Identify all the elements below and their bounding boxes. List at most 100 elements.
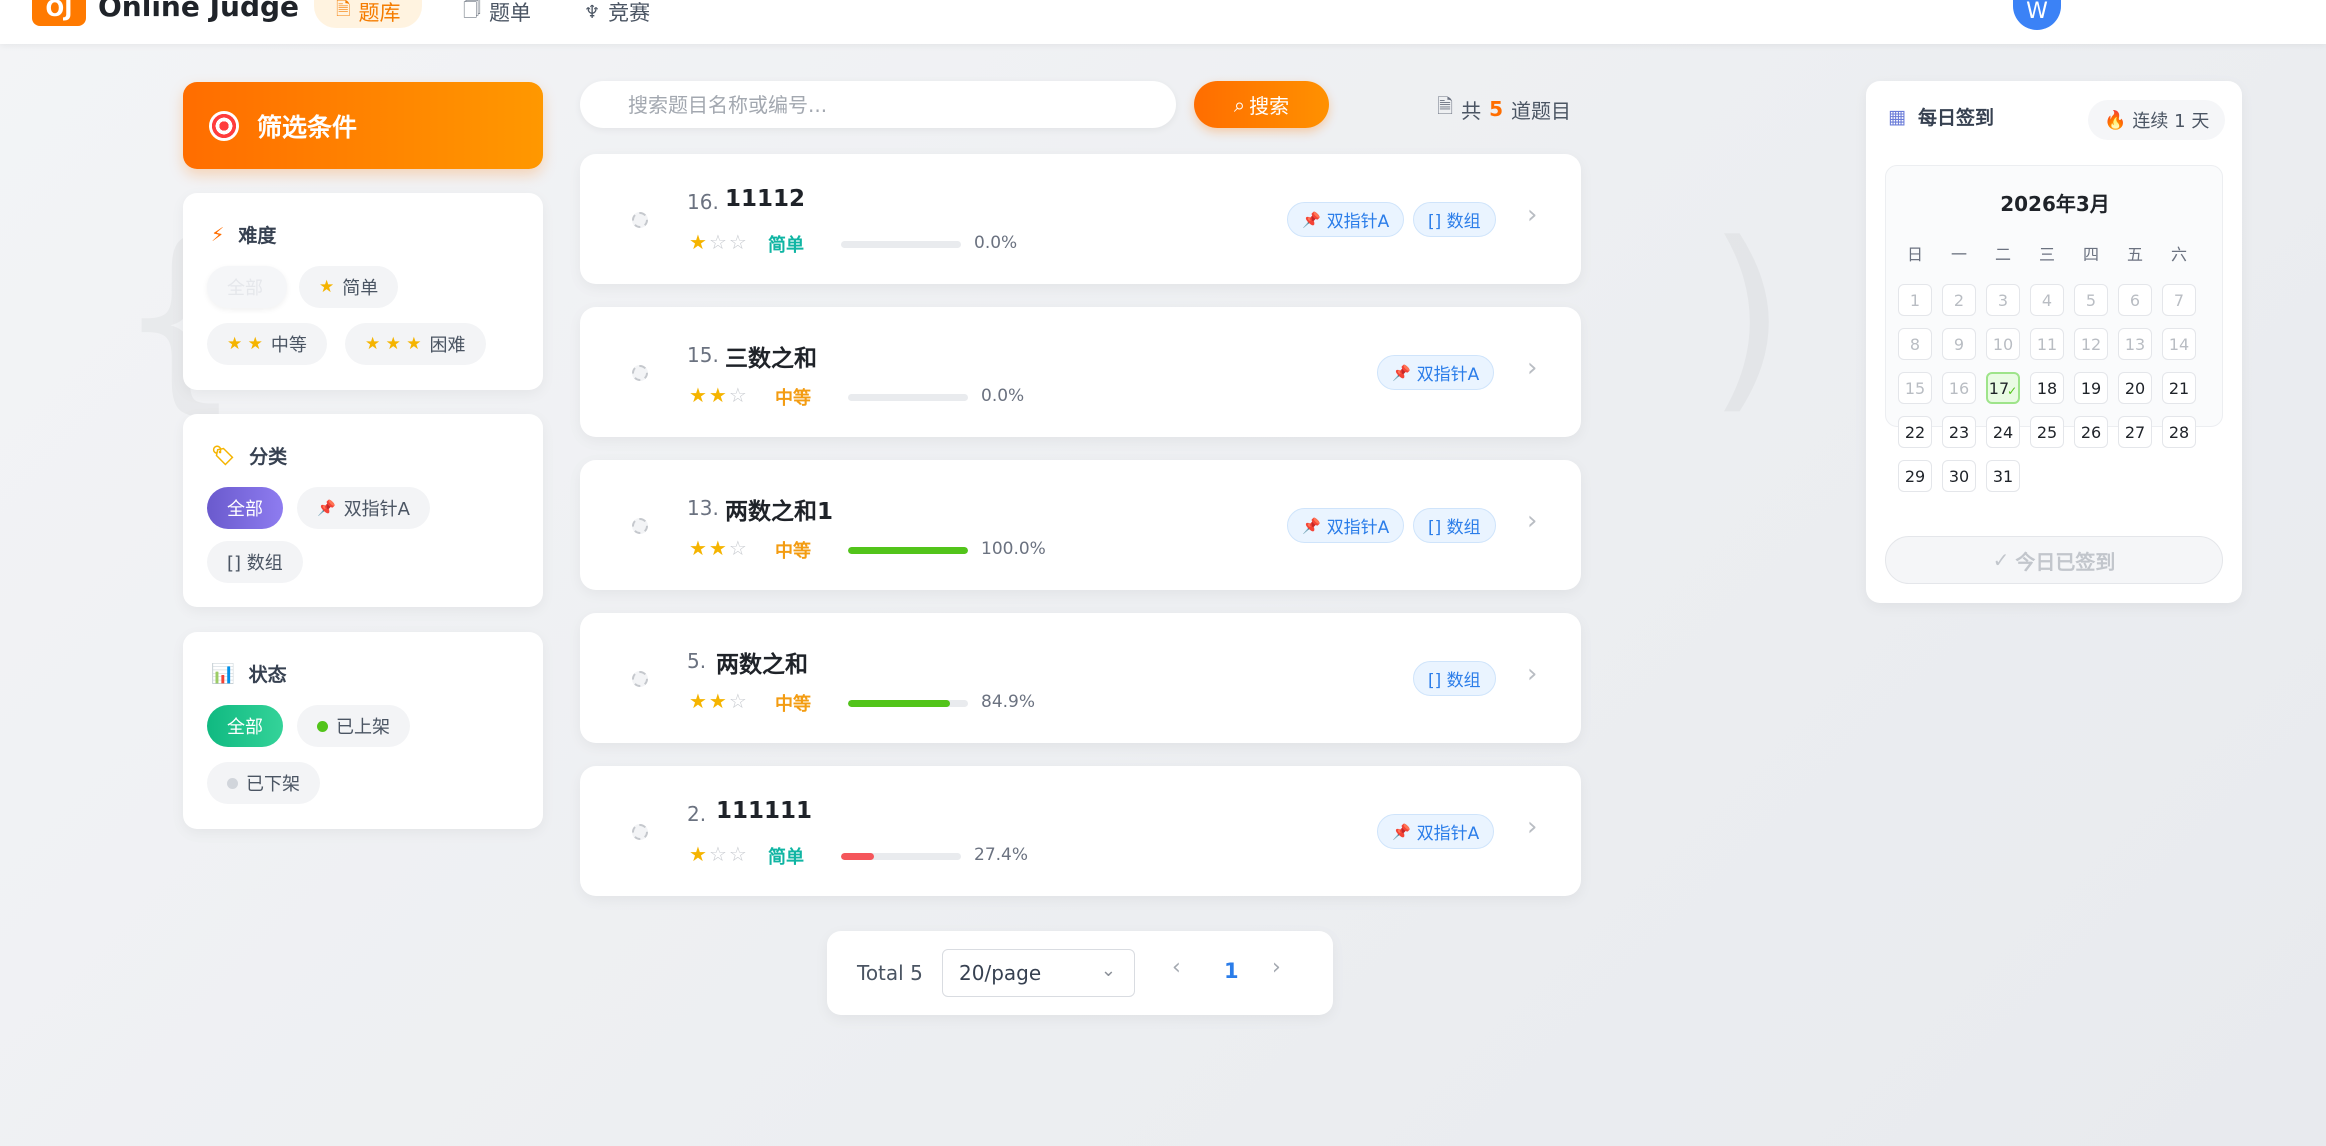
difficulty-option-all[interactable]: 全部: [207, 266, 287, 308]
chip-label: 已上架: [336, 717, 390, 738]
difficulty-option-medium[interactable]: ★ ★ 中等: [207, 323, 327, 365]
status-option-unpublished[interactable]: 已下架: [207, 762, 320, 804]
checkin-title-text: 每日签到: [1917, 107, 1994, 129]
problem-card[interactable]: 2. 111111 ★☆☆ 简单 27.4% 📌 双指针A ›: [580, 766, 1581, 896]
calendar-day: 27: [2118, 416, 2152, 448]
lightning-icon: ⚡: [211, 223, 225, 246]
calendar-day-number: 5: [2085, 290, 2097, 310]
calendar-day: 8: [1898, 328, 1932, 360]
difficulty-filter-card: ⚡ 难度 全部 ★ 简单 ★ ★ 中等 ★ ★ ★ 困难: [183, 193, 543, 390]
difficulty-section-title: ⚡ 难度: [211, 221, 276, 248]
calendar-day-number: 11: [2036, 334, 2058, 354]
difficulty-stars: ★★☆: [689, 689, 749, 713]
tag-two-pointers[interactable]: 📌 双指针A: [1377, 355, 1495, 390]
status-title-text: 状态: [248, 664, 287, 686]
difficulty-label: 中等: [775, 694, 811, 715]
problem-title[interactable]: 三数之和: [725, 339, 817, 373]
category-option-two-pointers[interactable]: 📌 双指针A: [297, 487, 431, 529]
page-size-select[interactable]: 20/page ⌄: [942, 949, 1135, 997]
calendar-day-number: 13: [2124, 334, 2146, 354]
count-prefix: 共: [1461, 98, 1482, 123]
problem-title[interactable]: 两数之和: [716, 645, 808, 679]
status-dot-icon: [632, 212, 648, 228]
calendar-day: 1: [1898, 284, 1932, 316]
problem-card[interactable]: 5. 两数之和 ★★☆ 中等 84.9% [] 数组 ›: [580, 613, 1581, 743]
tag-label: 双指针A: [1416, 365, 1480, 385]
nav-item-problems[interactable]: 🗎 题库: [314, 0, 423, 28]
problem-title[interactable]: 11112: [725, 186, 805, 212]
status-option-all[interactable]: 全部: [207, 705, 283, 747]
problem-number: 16.: [687, 190, 719, 214]
grey-dot-icon: [227, 777, 238, 789]
category-option-array[interactable]: [] 数组: [207, 541, 303, 583]
document-icon: 🗎: [1437, 94, 1454, 118]
difficulty-label: 中等: [775, 388, 811, 409]
calendar-day: 10: [1986, 328, 2020, 360]
status-option-published[interactable]: 已上架: [297, 705, 410, 747]
calendar-day: 15: [1898, 372, 1932, 404]
count-suffix: 道题目: [1511, 98, 1572, 123]
calendar-day-number: 20: [2124, 378, 2146, 398]
top-navbar: OJ Online Judge 🗎 题库 🗍 题单 ♆ 竞赛 W: [0, 0, 2326, 44]
calendar-day-number: 7: [2173, 290, 2185, 310]
problem-card[interactable]: 13. 两数之和1 ★★☆ 中等 100.0% 📌 双指针A [] 数组 ›: [580, 460, 1581, 590]
decorative-paren-right: ): [1690, 200, 1810, 433]
logo[interactable]: OJ: [32, 0, 86, 26]
difficulty-label: 中等: [775, 541, 811, 562]
category-section-title: 🏷 分类: [211, 442, 287, 469]
calendar-day-number: 1: [1909, 290, 1921, 310]
difficulty-label: 简单: [768, 847, 804, 868]
calendar-day: 12: [2074, 328, 2108, 360]
checkin-button[interactable]: ✓ 今日已签到: [1885, 536, 2223, 584]
category-option-all[interactable]: 全部: [207, 487, 283, 529]
nav-item-contests[interactable]: ♆ 竞赛: [562, 0, 672, 28]
page-size-value: 20/page: [959, 961, 1042, 985]
problem-title[interactable]: 两数之和1: [725, 492, 833, 526]
brand-name[interactable]: Online Judge: [98, 0, 299, 23]
tag-two-pointers[interactable]: 📌 双指针A: [1287, 508, 1405, 543]
calendar-day: 30: [1942, 460, 1976, 492]
tag-label: 双指针A: [1416, 824, 1480, 844]
difficulty-title-text: 难度: [238, 225, 277, 247]
tag-two-pointers[interactable]: 📌 双指针A: [1287, 202, 1405, 237]
page-number-button[interactable]: 1: [1224, 959, 1239, 983]
calendar-day: 11: [2030, 328, 2064, 360]
streak-badge: 🔥 连续 1 天: [2088, 100, 2226, 140]
next-page-button[interactable]: ›: [1272, 955, 1281, 980]
calendar-day: 13: [2118, 328, 2152, 360]
prev-page-button[interactable]: ‹: [1172, 955, 1181, 980]
chevron-right-icon: ›: [1527, 506, 1538, 536]
pass-rate-bar: [848, 547, 968, 554]
problem-card[interactable]: 16. 11112 ★☆☆ 简单 0.0% 📌 双指针A [] 数组 ›: [580, 154, 1581, 284]
calendar-day-number: 9: [1953, 334, 1965, 354]
calendar-day: 19: [2074, 372, 2108, 404]
tag-label: [] 数组: [1428, 671, 1481, 691]
tag-two-pointers[interactable]: 📌 双指针A: [1377, 814, 1495, 849]
calendar-day: 3: [1986, 284, 2020, 316]
difficulty-option-easy[interactable]: ★ 简单: [299, 266, 399, 308]
filter-header-title: 筛选条件: [257, 112, 358, 142]
calendar-day-number: 18: [2036, 378, 2058, 398]
pin-icon: 📌: [317, 499, 336, 517]
tag-array[interactable]: [] 数组: [1413, 202, 1496, 237]
avatar[interactable]: W: [2013, 0, 2061, 30]
pass-rate-bar: [841, 853, 961, 860]
pin-icon: 📌: [1302, 210, 1321, 229]
calendar-day-number: 29: [1904, 466, 1926, 486]
category-filter-card: 🏷 分类 全部 📌 双指针A [] 数组: [183, 414, 543, 607]
count-number: 5: [1489, 97, 1504, 121]
chip-label: 已下架: [246, 774, 300, 795]
green-dot-icon: [317, 720, 328, 732]
pass-rate-text: 0.0%: [974, 233, 1018, 253]
tag-array[interactable]: [] 数组: [1413, 661, 1496, 696]
calendar-day-number: 27: [2124, 422, 2146, 442]
search-input[interactable]: [580, 81, 1176, 128]
problem-title[interactable]: 111111: [716, 798, 812, 824]
tag-array[interactable]: [] 数组: [1413, 508, 1496, 543]
trophy-icon: ♆: [584, 1, 601, 23]
problem-card[interactable]: 15. 三数之和 ★★☆ 中等 0.0% 📌 双指针A ›: [580, 307, 1581, 437]
search-button[interactable]: ⌕ 搜索: [1194, 81, 1329, 128]
category-title-text: 分类: [249, 446, 288, 468]
difficulty-option-hard[interactable]: ★ ★ ★ 困难: [345, 323, 486, 365]
nav-item-lists[interactable]: 🗍 题单: [441, 0, 553, 28]
